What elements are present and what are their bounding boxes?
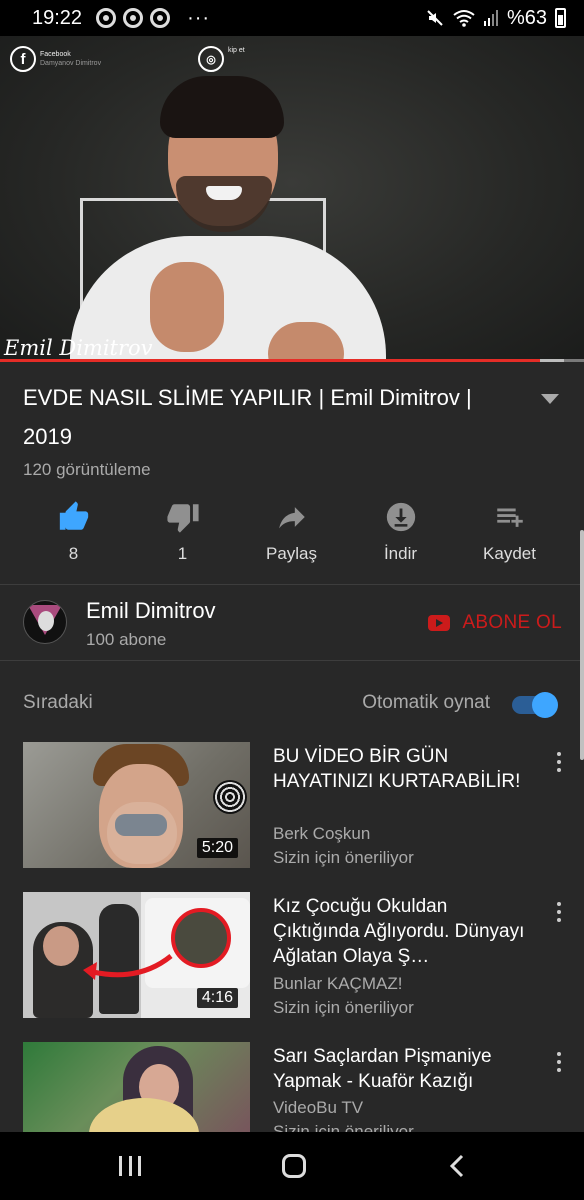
view-count: 120 görüntüleme xyxy=(23,460,151,479)
channel-row[interactable]: Emil Dimitrov 100 abone ABONE OL xyxy=(0,590,584,656)
scroll-handle[interactable] xyxy=(580,530,584,760)
recommendation-channel: Bunlar KAÇMAZ! xyxy=(273,974,403,993)
up-next-header: Sıradaki Otomatik oynat xyxy=(0,688,584,720)
share-icon xyxy=(278,507,305,529)
facebook-overlay: f Facebook Damyanov Dimitrov xyxy=(10,46,101,72)
instagram-overlay: ◎ kip et xyxy=(198,46,245,72)
system-navbar xyxy=(0,1132,584,1200)
playlist-add-icon xyxy=(496,508,523,527)
recommendation-item[interactable]: 5:20 BU VİDEO BİR GÜN HAYATINIZI KURTARA… xyxy=(0,742,584,870)
like-button[interactable]: 8 xyxy=(19,500,128,564)
recommendation-channel: Berk Coşkun xyxy=(273,824,371,843)
arrow-icon xyxy=(83,954,173,980)
wifi-icon xyxy=(453,10,475,27)
up-next-label: Sıradaki xyxy=(23,692,93,713)
facebook-overlay-sub: Damyanov Dimitrov xyxy=(40,60,102,67)
video-person-mouth xyxy=(206,186,242,200)
duration-badge: 4:16 xyxy=(196,988,238,1008)
video-title: EVDE NASIL SLİME YAPILIR | Emil Dimitrov… xyxy=(23,385,472,449)
subscribe-label: ABONE OL xyxy=(462,612,562,633)
more-notifications-icon: ··· xyxy=(187,6,211,29)
save-label: Kaydet xyxy=(483,544,536,563)
more-vert-icon[interactable] xyxy=(556,902,562,924)
duration-badge: 5:20 xyxy=(196,838,238,858)
dislike-count: 1 xyxy=(177,544,188,563)
more-vert-icon[interactable] xyxy=(556,752,562,774)
instagram-icon: ◎ xyxy=(198,46,224,72)
avatar-face xyxy=(38,611,54,631)
recommendation-reason: Sizin için öneriliyor xyxy=(273,998,414,1017)
recents-icon[interactable] xyxy=(119,1156,141,1176)
download-label: İndir xyxy=(383,544,418,563)
chrome-icon xyxy=(123,8,144,28)
recommendation-title: Kız Çocuğu Okuldan Çıktığında Ağlıyordu.… xyxy=(273,896,525,967)
video-title-row[interactable]: EVDE NASIL SLİME YAPILIR | Emil Dimitrov… xyxy=(0,378,584,456)
subscriber-count: 100 abone xyxy=(86,630,167,649)
status-time: 19:22 xyxy=(32,6,83,29)
video-person-hair xyxy=(160,76,284,138)
download-icon xyxy=(386,502,415,532)
autoplay-label: Otomatik oynat xyxy=(362,692,490,713)
share-button[interactable]: Paylaş xyxy=(237,500,346,564)
facebook-icon: f xyxy=(10,46,36,72)
home-icon[interactable] xyxy=(282,1154,306,1178)
instagram-overlay-text: kip et xyxy=(228,47,245,54)
download-button[interactable]: İndir xyxy=(346,500,455,564)
video-thumbnail[interactable]: 5:20 xyxy=(23,742,250,868)
channel-avatar[interactable] xyxy=(23,600,67,644)
video-player[interactable]: f Facebook Damyanov Dimitrov ◎ kip et Em… xyxy=(0,36,584,362)
video-person-hand xyxy=(150,262,224,352)
chrome-icon xyxy=(150,8,171,28)
subscribe-button[interactable]: ABONE OL xyxy=(428,612,562,634)
status-bar: 19:22 ··· %63 xyxy=(0,0,584,36)
thumbnail-girl-face xyxy=(43,926,79,966)
divider xyxy=(0,584,584,585)
divider xyxy=(0,660,584,661)
video-buffer-bar xyxy=(540,359,564,362)
mute-icon xyxy=(427,10,443,26)
dislike-button[interactable]: 1 xyxy=(128,500,237,564)
share-label: Paylaş xyxy=(265,544,318,563)
video-progress-bar[interactable] xyxy=(0,359,584,362)
back-icon[interactable] xyxy=(448,1154,468,1178)
thumbnail-tape xyxy=(115,814,167,836)
battery-icon xyxy=(555,8,566,28)
video-actions: 8 1 Paylaş İndir Kaydet xyxy=(0,500,584,564)
signal-icon xyxy=(483,10,498,26)
like-count: 8 xyxy=(68,544,79,563)
recommendation-channel: VideoBu TV xyxy=(273,1098,364,1117)
facebook-overlay-title: Facebook xyxy=(40,51,71,58)
toggle-knob xyxy=(532,692,558,718)
recommendation-item[interactable]: 4:16 Kız Çocuğu Okuldan Çıktığında Ağlıy… xyxy=(0,892,584,1020)
chrome-icon xyxy=(96,8,117,28)
recommendation-title: BU VİDEO BİR GÜN HAYATINIZI KURTARABİLİR… xyxy=(273,746,521,792)
chevron-down-icon[interactable] xyxy=(540,392,560,406)
autoplay-toggle[interactable] xyxy=(512,692,558,718)
battery-percent: %63 xyxy=(506,6,547,29)
thumb-down-icon xyxy=(166,504,199,533)
thumbnail-dartboard xyxy=(213,780,247,814)
youtube-icon xyxy=(428,615,451,631)
video-thumbnail[interactable]: 4:16 xyxy=(23,892,250,1018)
save-button[interactable]: Kaydet xyxy=(455,500,564,564)
more-vert-icon[interactable] xyxy=(556,1052,562,1074)
thumb-up-icon xyxy=(59,501,88,530)
channel-name[interactable]: Emil Dimitrov xyxy=(86,598,216,624)
video-progress-fill xyxy=(0,359,541,362)
recommendation-reason: Sizin için öneriliyor xyxy=(273,848,414,867)
recommendation-title: Sarı Saçlardan Pişmaniye Yapmak - Kuaför… xyxy=(273,1046,492,1092)
video-signature: Emil Dimitrov xyxy=(4,336,153,360)
thumbnail-red-circle xyxy=(171,908,231,968)
